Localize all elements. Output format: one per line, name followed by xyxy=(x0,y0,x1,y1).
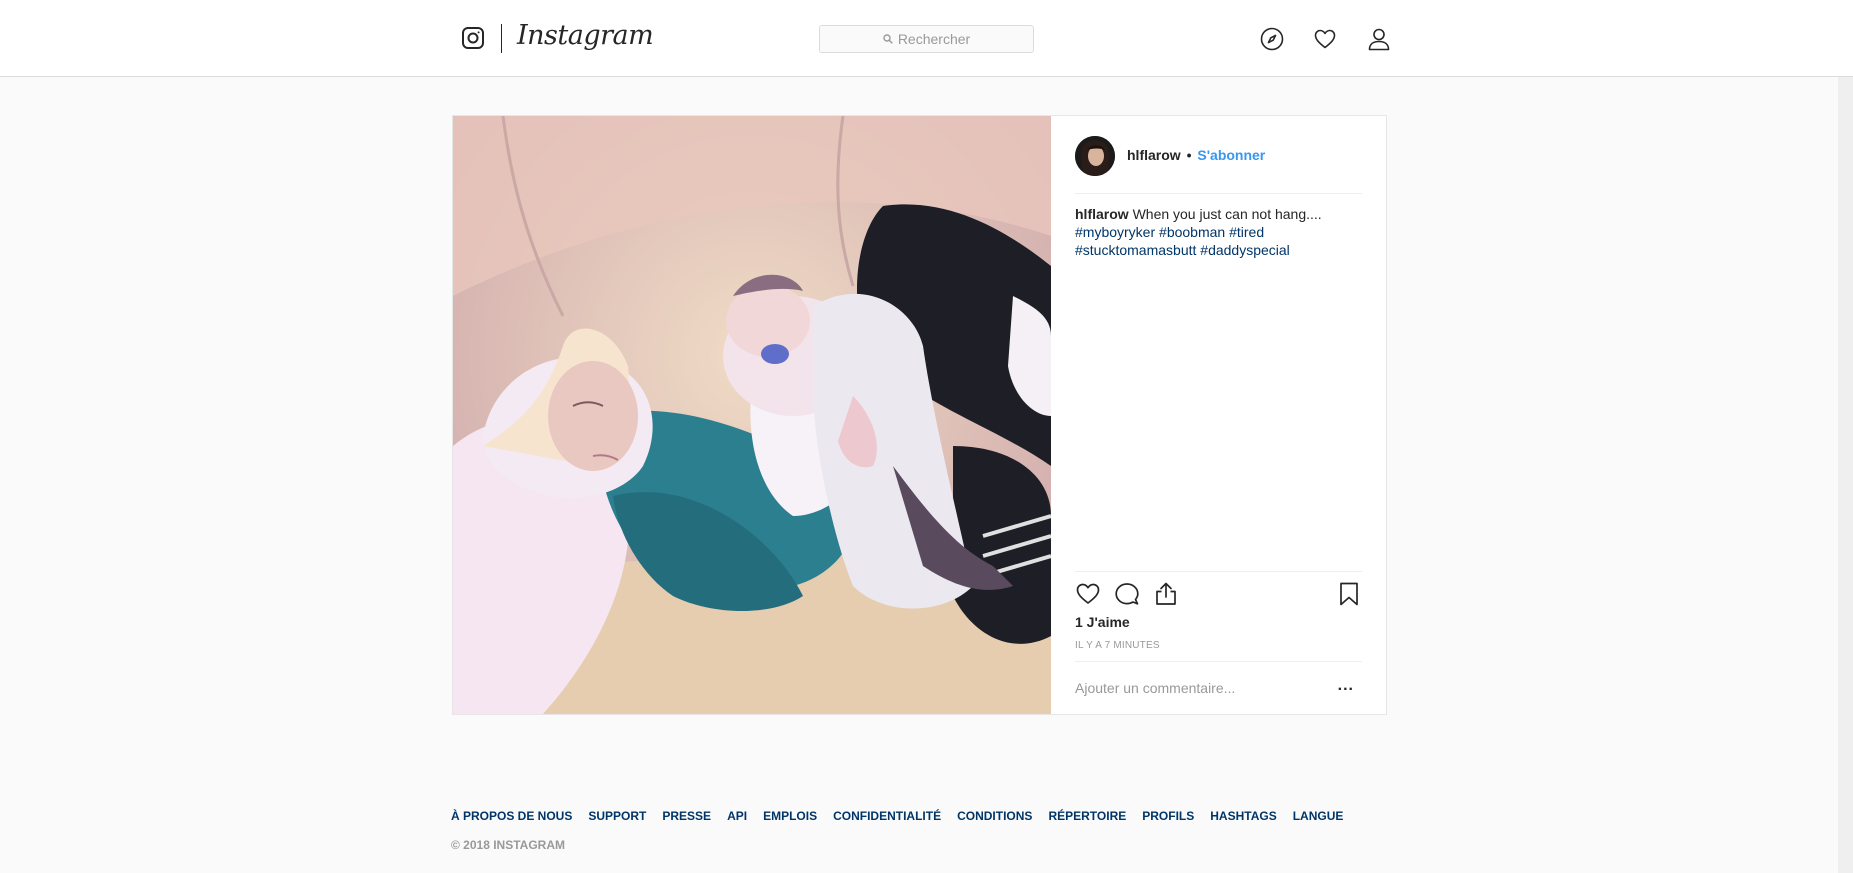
post-author-line: hlflarow • S'abonner xyxy=(1127,147,1265,163)
header-separator: • xyxy=(1186,147,1192,163)
caption-text: When you just can not hang.... xyxy=(1132,206,1322,222)
footer-link-privacy[interactable]: CONFIDENTIALITÉ xyxy=(833,809,941,823)
post-header: hlflarow • S'abonner xyxy=(1075,136,1362,194)
avatar[interactable] xyxy=(1075,136,1115,176)
hashtag-link[interactable]: #stucktomamasbutt xyxy=(1075,242,1196,258)
footer-link-profiles[interactable]: PROFILS xyxy=(1142,809,1194,823)
copyright-notice: © 2018 INSTAGRAM xyxy=(451,838,565,852)
avatar-image xyxy=(1075,136,1115,176)
post-photo[interactable] xyxy=(453,116,1051,714)
caption-username[interactable]: hlflarow xyxy=(1075,206,1129,222)
post-sidebar: hlflarow • S'abonner hlflarow When you j… xyxy=(1051,116,1386,714)
footer-links: À PROPOS DE NOUS SUPPORT PRESSE API EMPL… xyxy=(451,809,1391,823)
hashtag-link[interactable]: #daddyspecial xyxy=(1200,242,1290,258)
likes-count[interactable]: 1 J'aime xyxy=(1075,614,1130,630)
footer-link-jobs[interactable]: EMPLOIS xyxy=(763,809,817,823)
heart-icon[interactable] xyxy=(1075,581,1101,607)
footer-link-about[interactable]: À PROPOS DE NOUS xyxy=(451,809,572,823)
instagram-wordmark[interactable]: Instagram xyxy=(517,20,654,51)
share-icon[interactable] xyxy=(1153,581,1179,607)
hashtag-link[interactable]: #boobman xyxy=(1159,224,1225,240)
page-scrollbar[interactable] xyxy=(1838,77,1853,873)
footer-link-directory[interactable]: RÉPERTOIRE xyxy=(1048,809,1126,823)
post-caption: hlflarow When you just can not hang.... … xyxy=(1075,205,1365,259)
post-timestamp[interactable]: IL Y A 7 MINUTES xyxy=(1075,640,1160,651)
logo-divider xyxy=(501,24,502,53)
hashtag-link[interactable]: #tired xyxy=(1229,224,1264,240)
follow-button[interactable]: S'abonner xyxy=(1197,147,1265,163)
photo-illustration xyxy=(453,116,1051,714)
post-card: hlflarow • S'abonner hlflarow When you j… xyxy=(452,115,1387,715)
person-icon[interactable] xyxy=(1367,27,1391,51)
footer-link-terms[interactable]: CONDITIONS xyxy=(957,809,1032,823)
search-input[interactable]: Rechercher xyxy=(819,25,1034,53)
search-icon xyxy=(883,34,893,44)
heart-icon[interactable] xyxy=(1313,27,1337,51)
footer-link-press[interactable]: PRESSE xyxy=(662,809,711,823)
search-placeholder: Rechercher xyxy=(897,31,971,47)
footer-link-api[interactable]: API xyxy=(727,809,747,823)
footer-link-support[interactable]: SUPPORT xyxy=(588,809,646,823)
footer-link-language[interactable]: LANGUE xyxy=(1293,809,1344,823)
comment-form: Ajouter un commentaire... ... xyxy=(1075,661,1362,715)
more-options-button[interactable]: ... xyxy=(1338,677,1354,695)
compass-icon[interactable] xyxy=(1260,27,1284,51)
footer-link-hashtags[interactable]: HASHTAGS xyxy=(1210,809,1276,823)
post-author-username[interactable]: hlflarow xyxy=(1127,147,1181,163)
comment-bubble-icon[interactable] xyxy=(1114,581,1140,607)
top-navigation-bar: Instagram Rechercher xyxy=(0,0,1853,77)
instagram-camera-icon[interactable] xyxy=(461,26,485,50)
hashtag-link[interactable]: #myboyryker xyxy=(1075,224,1155,240)
post-actions: 1 J'aime IL Y A 7 MINUTES Ajouter un com… xyxy=(1075,571,1362,714)
bookmark-icon[interactable] xyxy=(1336,581,1362,607)
page-footer: À PROPOS DE NOUS SUPPORT PRESSE API EMPL… xyxy=(451,809,1391,852)
comment-input[interactable]: Ajouter un commentaire... xyxy=(1075,680,1235,696)
